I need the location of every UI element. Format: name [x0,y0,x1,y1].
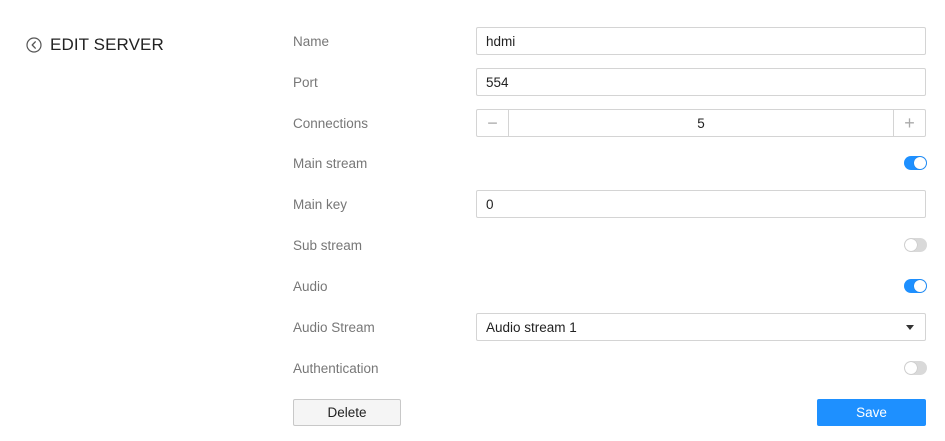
connections-label: Connections [293,115,369,131]
main-stream-label: Main stream [293,155,368,171]
form-row-audio-stream: Audio Stream Audio stream 1 [293,313,927,341]
delete-button[interactable]: Delete [293,399,401,426]
name-input[interactable] [476,27,926,55]
main-stream-toggle[interactable] [904,156,927,170]
form-row-main-stream: Main stream [293,149,927,177]
caret-down-icon [906,324,914,330]
form-row-authentication: Authentication [293,354,927,382]
form-row-connections: Connections − 5 + [293,109,927,137]
form-row-port: Port [293,68,927,96]
connections-stepper: − 5 + [476,109,926,137]
audio-toggle[interactable] [904,279,927,293]
toggle-knob [905,362,917,374]
audio-stream-label: Audio Stream [293,319,375,335]
name-label: Name [293,33,330,49]
port-input[interactable] [476,68,926,96]
edit-server-page: EDIT SERVER Name Port Connections − 5 + … [0,0,945,441]
audio-label: Audio [293,278,328,294]
increment-button[interactable]: + [893,110,925,136]
toggle-knob [914,157,926,169]
save-button[interactable]: Save [817,399,926,426]
sub-stream-label: Sub stream [293,237,363,253]
audio-stream-selected-value: Audio stream 1 [486,319,577,335]
form-row-audio: Audio [293,272,927,300]
decrement-button[interactable]: − [477,110,509,136]
toggle-knob [914,280,926,292]
authentication-toggle[interactable] [904,361,927,375]
page-title: EDIT SERVER [50,35,164,54]
toggle-knob [905,239,917,251]
form-row-main-key: Main key [293,190,927,218]
port-label: Port [293,74,318,90]
main-key-label: Main key [293,196,348,212]
connections-value[interactable]: 5 [509,110,893,136]
form-row-sub-stream: Sub stream [293,231,927,259]
main-key-input[interactable] [476,190,926,218]
authentication-label: Authentication [293,360,379,376]
back-to-servers-link[interactable]: EDIT SERVER [26,34,164,56]
form-row-name: Name [293,27,927,55]
audio-stream-select[interactable]: Audio stream 1 [476,313,926,341]
sub-stream-toggle[interactable] [904,238,927,252]
back-circle-icon[interactable] [26,37,42,53]
